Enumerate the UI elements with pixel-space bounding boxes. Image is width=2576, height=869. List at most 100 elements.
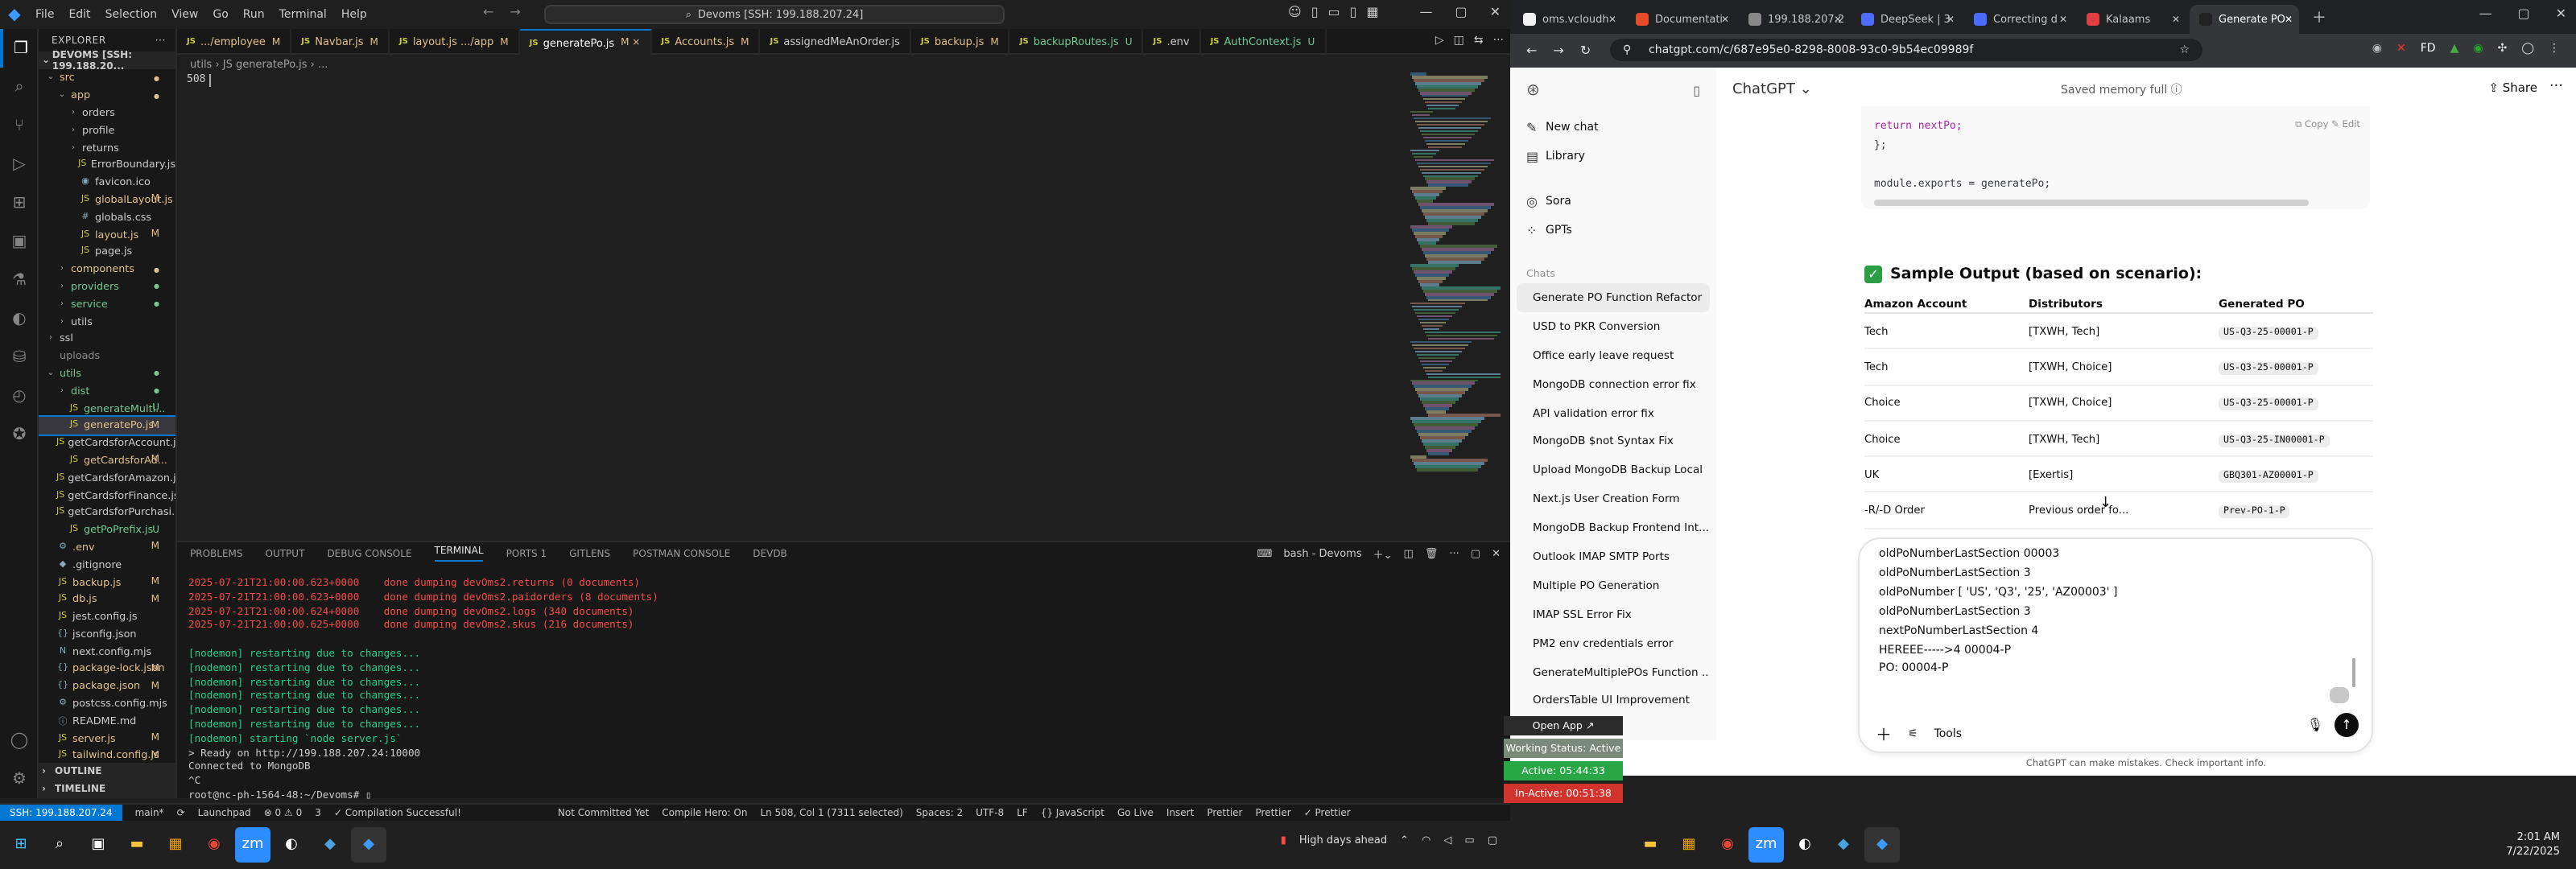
editor-tab[interactable]: JS generatePo.js M × [519,29,652,55]
branch-indicator[interactable]: main* [135,807,164,818]
app-icon[interactable]: ◐ [274,827,309,863]
zoom-icon[interactable]: zm [235,827,270,863]
prettier-status-3[interactable]: ✓ Prettier [1304,807,1351,818]
file-tree-item[interactable]: JS layout.js M [39,225,175,243]
file-explorer-icon[interactable]: ▬ [1633,827,1668,863]
extension-icon-3[interactable]: FD [2421,42,2436,55]
explorer-icon[interactable]: ❐ [0,29,39,68]
forward-icon[interactable]: → [1553,43,1563,58]
tab-close-icon[interactable]: ✕ [1834,14,1842,25]
editor-tab[interactable]: JS AuthContext.js U [1201,29,1327,55]
file-tree-item[interactable]: JS getCardsforAccount.js [39,434,175,451]
url-bar[interactable]: ⚲ chatgpt.com/c/687e95e0-8298-8008-93c0-… [1610,39,2202,61]
panel-tab-output[interactable]: OUTPUT [266,548,305,559]
minimize-icon[interactable]: — [2479,6,2491,21]
chat-history-item[interactable]: GenerateMultiplePOs Function ... [1517,657,1710,686]
toggle-secondary-icon[interactable]: ▯ [1350,5,1357,19]
file-tree-item[interactable]: JS tailwind.config.js M [39,747,175,764]
menu-edit[interactable]: Edit [68,8,90,21]
file-tree-item[interactable]: JS generatePo.js M [39,414,175,436]
panel-tab-ports-1[interactable]: PORTS 1 [506,548,547,559]
sync-icon[interactable]: ⟳ [177,807,185,818]
close-icon[interactable]: ✕ [2556,6,2566,21]
microphone-icon[interactable]: 🎙 [2307,718,2323,732]
chat-history-item[interactable]: PM2 env credentials error [1517,628,1710,657]
vscode-taskbar-icon[interactable]: ◆ [1864,827,1900,863]
browser-tab[interactable]: Kalaams ✕ [2077,5,2186,34]
forward-arrow-icon[interactable]: → [510,5,520,19]
editor-tab[interactable]: JS .env [1144,29,1201,55]
command-center-search[interactable]: ⌕ Devoms [SSH: 199.188.207.24] [544,5,1005,24]
file-tree-item[interactable]: ◆ .gitignore [39,556,175,574]
network-icon[interactable]: ◠ [1422,834,1430,846]
zoom-icon[interactable]: zm [1748,827,1784,863]
indentation[interactable]: Spaces: 2 [916,807,963,818]
open-app-button[interactable]: Open App ↗ [1504,716,1623,735]
search-icon[interactable]: ⌕ [0,68,39,106]
memory-status[interactable]: Saved memory full ⓘ [2061,82,2182,98]
customize-layout-icon[interactable]: ▦ [1366,5,1378,19]
panel-tab-terminal[interactable]: TERMINAL [434,546,484,562]
store-icon[interactable]: ▦ [1671,827,1707,863]
toggle-panel-icon[interactable]: ▭ [1328,5,1340,19]
close-icon[interactable]: ✕ [1490,5,1501,19]
database-icon[interactable]: ⛁ [0,338,39,377]
problems-indicator[interactable]: ⊗ 0 ⚠ 0 [264,807,303,818]
extension-icon-4[interactable]: ▲ [2450,42,2459,55]
editor-tab[interactable]: JS .../employee M [177,29,292,55]
vscode-taskbar-icon[interactable]: ◆ [351,827,386,863]
file-tree-item[interactable]: › profile [39,121,175,139]
file-tree-item[interactable]: ⌄ app ● [39,87,175,105]
system-clock[interactable]: 2:01 AM 7/22/2025 [2506,830,2560,859]
menu-run[interactable]: Run [243,8,265,21]
send-button[interactable]: ↑ [2334,713,2359,737]
openai-logo-icon[interactable]: ⊛ [1526,81,1540,99]
back-icon[interactable]: ← [1526,43,1537,58]
prettier-status-1[interactable]: Prettier [1207,807,1242,818]
menu-selection[interactable]: Selection [105,8,158,21]
message-composer[interactable]: oldPoNumberLastSection 00003 oldPoNumber… [1858,537,2373,753]
extensions-puzzle-icon[interactable]: ✣ [2498,42,2508,55]
code-actions[interactable]: ⧉ Copy ✎ Edit [2295,116,2360,135]
code-editor[interactable]: 508 [177,72,1510,537]
maximize-icon[interactable]: ▢ [2517,6,2529,21]
file-tree-item[interactable]: JS getCardsforAd... M [39,451,175,469]
tools-icon[interactable]: ⚟ [1908,727,1918,739]
file-tree-item[interactable]: JS getCardsforPurchasi... [39,504,175,521]
browser-tab[interactable]: DeepSeek | 3 ✕ [1852,5,1961,34]
chat-history-item[interactable]: Generate PO Function Refactor [1517,283,1710,312]
file-tree-item[interactable]: uploads [39,348,175,365]
app-icon-2[interactable]: ◆ [1826,827,1861,863]
chat-history-item[interactable]: Office early leave request [1517,341,1710,370]
file-tree-item[interactable]: JS page.js [39,243,175,261]
bookmark-star-icon[interactable]: ☆ [2179,43,2190,56]
sidebar-item-library[interactable]: ▤ Library [1510,142,1716,171]
minimap[interactable] [1410,72,1501,491]
tab-close-icon[interactable]: ✕ [2172,14,2180,25]
panel-tab-postman-console[interactable]: POSTMAN CONSOLE [633,548,730,559]
search-icon[interactable]: ⌕ [42,827,77,863]
editor-tab[interactable]: JS backup.js M [911,29,1010,55]
store-icon[interactable]: ▦ [158,827,193,863]
open-changes-icon[interactable]: ⇆ [1474,34,1484,47]
menu-file[interactable]: File [35,8,54,21]
toggle-sidebar-icon[interactable]: ▯ [1311,5,1319,19]
profile-icon[interactable]: ◯ [2521,42,2534,55]
maximize-panel-icon[interactable]: ▢ [1471,547,1480,560]
volume-icon[interactable]: ◁ [1443,834,1451,846]
new-terminal-icon[interactable]: ＋⌄ [1373,546,1393,562]
chat-history-item[interactable]: MongoDB Backup Frontend Int... [1517,513,1710,542]
encoding[interactable]: UTF-8 [976,807,1004,818]
scroll-down-icon[interactable]: ↓ [2099,496,2112,512]
panel-tab-debug-console[interactable]: DEBUG CONSOLE [327,548,411,559]
file-tree-item[interactable]: JS server.js M [39,730,175,748]
chat-history-item[interactable]: Outlook IMAP SMTP Ports [1517,542,1710,571]
tools-button[interactable]: Tools [1934,727,1963,739]
close-sidebar-icon[interactable]: ▯ [1693,83,1700,97]
chat-history-item[interactable]: Multiple PO Generation [1517,571,1710,600]
gitlens-icon[interactable]: ◐ [0,299,39,338]
extension-icon-2[interactable]: ✕ [2396,42,2406,55]
composer-text[interactable]: oldPoNumberLastSection 00003 oldPoNumber… [1879,546,2117,680]
attachment-chip-icon[interactable] [2330,687,2349,703]
file-tree-item[interactable]: {} package.json M [39,677,175,695]
